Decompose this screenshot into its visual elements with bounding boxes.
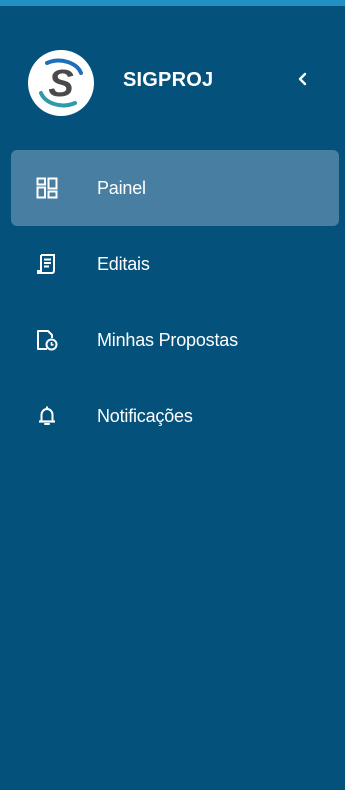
sidebar-item-label: Minhas Propostas bbox=[97, 330, 238, 350]
sidebar-item-notificacoes[interactable]: Notificações bbox=[11, 378, 339, 454]
sidebar-item-painel[interactable]: Painel bbox=[11, 150, 339, 226]
top-accent-bar bbox=[0, 0, 345, 6]
sidebar-item-label: Editais bbox=[97, 254, 150, 274]
sigproj-logo-icon: S bbox=[28, 50, 94, 116]
bell-icon bbox=[35, 404, 59, 428]
dashboard-icon bbox=[35, 176, 59, 200]
sidebar-header: S SIGPROJ bbox=[0, 44, 345, 116]
sidebar-item-label: Painel bbox=[97, 178, 146, 198]
chevron-left-icon bbox=[298, 72, 307, 86]
svg-text:S: S bbox=[48, 63, 73, 105]
document-icon bbox=[35, 252, 59, 276]
sidebar-item-minhas-propostas[interactable]: Minhas Propostas bbox=[11, 302, 339, 378]
sidebar: S SIGPROJ Painel Editais Minhas Proposta… bbox=[0, 0, 345, 790]
sidebar-item-label: Notificações bbox=[97, 406, 193, 426]
app-title: SIGPROJ bbox=[123, 69, 214, 91]
collapse-sidebar-button[interactable] bbox=[288, 64, 318, 94]
proposal-clock-icon bbox=[35, 328, 59, 352]
sidebar-item-editais[interactable]: Editais bbox=[11, 226, 339, 302]
